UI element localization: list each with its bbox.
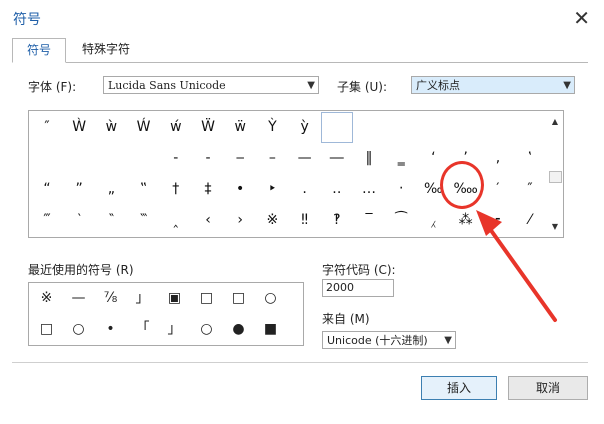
symbol-cell[interactable]: Ẁ <box>63 112 95 143</box>
symbol-cell[interactable]: „ <box>95 174 127 205</box>
recent-symbol-cell[interactable]: 」 <box>127 283 158 314</box>
symbol-cell[interactable]: ‖ <box>353 143 385 174</box>
symbol-cell[interactable]: ‚ <box>482 143 514 174</box>
subset-select[interactable]: 广义标点 ▼ <box>411 76 575 94</box>
symbol-cell[interactable] <box>128 143 160 174</box>
symbol-cell[interactable]: ‼ <box>289 205 321 236</box>
symbol-cell[interactable]: ‧ <box>385 174 417 205</box>
from-select[interactable]: Unicode (十六进制) ▼ <box>322 331 456 349</box>
symbol-cell[interactable] <box>353 112 385 143</box>
cancel-button[interactable]: 取消 <box>508 376 588 400</box>
symbol-cell[interactable]: ẃ <box>160 112 192 143</box>
dialog-title: 符号 <box>13 12 41 28</box>
tab-symbols[interactable]: 符号 <box>12 38 66 63</box>
recent-symbol-cell[interactable]: ■ <box>255 314 286 345</box>
symbol-cell[interactable]: ‒ <box>224 143 256 174</box>
font-label: 字体 (F): <box>28 80 77 94</box>
font-select-value: Lucida Sans Unicode <box>108 79 226 92</box>
close-icon[interactable]: ✕ <box>573 6 590 30</box>
scroll-up-icon[interactable]: ▲ <box>547 117 563 126</box>
from-label: 来自 (M) <box>322 312 370 326</box>
symbol-cell[interactable] <box>31 143 63 174</box>
symbol-cell[interactable]: ― <box>321 143 353 174</box>
symbol-cell[interactable]: ẁ <box>95 112 127 143</box>
recent-symbol-cell[interactable]: — <box>63 283 94 314</box>
subset-label: 子集 (U): <box>337 80 388 94</box>
symbol-cell[interactable] <box>514 112 546 143</box>
symbol-cell[interactable]: ‣ <box>256 174 288 205</box>
recent-symbols-grid: ※ — ⅞」 ▣ □ □ ○ □ ○ • 「」 ○ ● ■ <box>28 282 304 346</box>
recent-symbol-cell[interactable]: ※ <box>31 283 62 314</box>
symbol-cell[interactable]: … <box>353 174 385 205</box>
symbol-cell[interactable]: ″ <box>31 112 63 143</box>
symbol-cell[interactable]: ‴ <box>31 205 63 236</box>
symbol-cell[interactable]: › <box>224 205 256 236</box>
symbol-cell[interactable]: ‷ <box>128 205 160 236</box>
symbol-cell[interactable]: Ỳ <box>256 112 288 143</box>
symbol-cell[interactable]: ‸ <box>160 205 192 236</box>
from-select-value: Unicode (十六进制) <box>327 334 428 347</box>
recent-symbol-cell[interactable]: 」 <box>159 314 190 345</box>
chevron-down-icon: ▼ <box>563 80 571 91</box>
symbol-cell[interactable]: ‽ <box>321 205 353 236</box>
recent-symbol-cell[interactable]: □ <box>31 314 62 345</box>
footer-divider <box>12 362 588 363</box>
recent-symbol-cell[interactable]: □ <box>191 283 222 314</box>
symbol-cell[interactable]: ‑ <box>192 143 224 174</box>
symbol-cell[interactable]: ※ <box>256 205 288 236</box>
symbol-cell[interactable]: ẅ <box>224 112 256 143</box>
recent-symbols-label: 最近使用的符号 (R) <box>28 263 134 277</box>
symbol-cell[interactable]: — <box>289 143 321 174</box>
recent-symbol-cell[interactable]: ○ <box>191 314 222 345</box>
insert-button[interactable]: 插入 <box>421 376 497 400</box>
chevron-down-icon: ▼ <box>307 80 315 91</box>
symbol-cell[interactable]: ⁀ <box>385 205 417 236</box>
recent-symbol-cell[interactable]: ○ <box>63 314 94 345</box>
symbol-cell[interactable]: ‗ <box>385 143 417 174</box>
symbol-cell[interactable]: – <box>256 143 288 174</box>
symbol-cell[interactable]: ” <box>63 174 95 205</box>
chevron-down-icon: ▼ <box>444 335 452 346</box>
recent-symbol-cell[interactable]: ⅞ <box>95 283 126 314</box>
symbol-cell[interactable]: ‾ <box>353 205 385 236</box>
symbol-cell[interactable]: † <box>160 174 192 205</box>
symbol-cell[interactable] <box>95 143 127 174</box>
font-select[interactable]: Lucida Sans Unicode ▼ <box>103 76 319 94</box>
recent-symbol-cell[interactable]: ▣ <box>159 283 190 314</box>
tab-special-characters[interactable]: 特殊字符 <box>68 38 144 61</box>
symbol-cell[interactable]: Ẃ <box>128 112 160 143</box>
annotation-arrow-icon <box>476 210 557 322</box>
recent-symbol-cell[interactable]: ● <box>223 314 254 345</box>
symbol-cell[interactable]: ⁁ <box>417 205 449 236</box>
subset-select-value: 广义标点 <box>416 79 460 92</box>
symbol-cell[interactable]: ․ <box>289 174 321 205</box>
recent-symbol-cell[interactable]: 「 <box>127 314 158 345</box>
symbol-cell[interactable] <box>320 112 353 143</box>
symbol-cell[interactable] <box>417 112 449 143</box>
recent-symbol-cell[interactable]: □ <box>223 283 254 314</box>
symbol-cell[interactable] <box>385 112 417 143</box>
symbol-cell[interactable]: ‟ <box>128 174 160 205</box>
symbol-cell[interactable]: ‛ <box>514 143 546 174</box>
recent-symbol-cell[interactable]: • <box>95 314 126 345</box>
symbol-cell[interactable]: ỳ <box>289 112 321 143</box>
symbol-cell[interactable]: ‵ <box>63 205 95 236</box>
symbol-cell[interactable]: Ẅ <box>192 112 224 143</box>
recent-symbol-cell[interactable]: ○ <box>255 283 286 314</box>
symbol-cell[interactable] <box>450 112 482 143</box>
symbol-cell[interactable]: “ <box>31 174 63 205</box>
scroll-thumb[interactable] <box>549 171 562 183</box>
char-code-label: 字符代码 (C): <box>322 263 396 277</box>
symbol-cell[interactable]: ‶ <box>95 205 127 236</box>
symbol-cell[interactable]: ‥ <box>321 174 353 205</box>
symbol-cell[interactable] <box>482 112 514 143</box>
char-code-input[interactable]: 2000 <box>322 279 394 297</box>
symbol-cell[interactable]: ‡ <box>192 174 224 205</box>
symbol-cell[interactable]: ‐ <box>160 143 192 174</box>
symbol-cell[interactable]: ‹ <box>192 205 224 236</box>
symbol-cell[interactable]: • <box>224 174 256 205</box>
symbol-cell[interactable] <box>63 143 95 174</box>
